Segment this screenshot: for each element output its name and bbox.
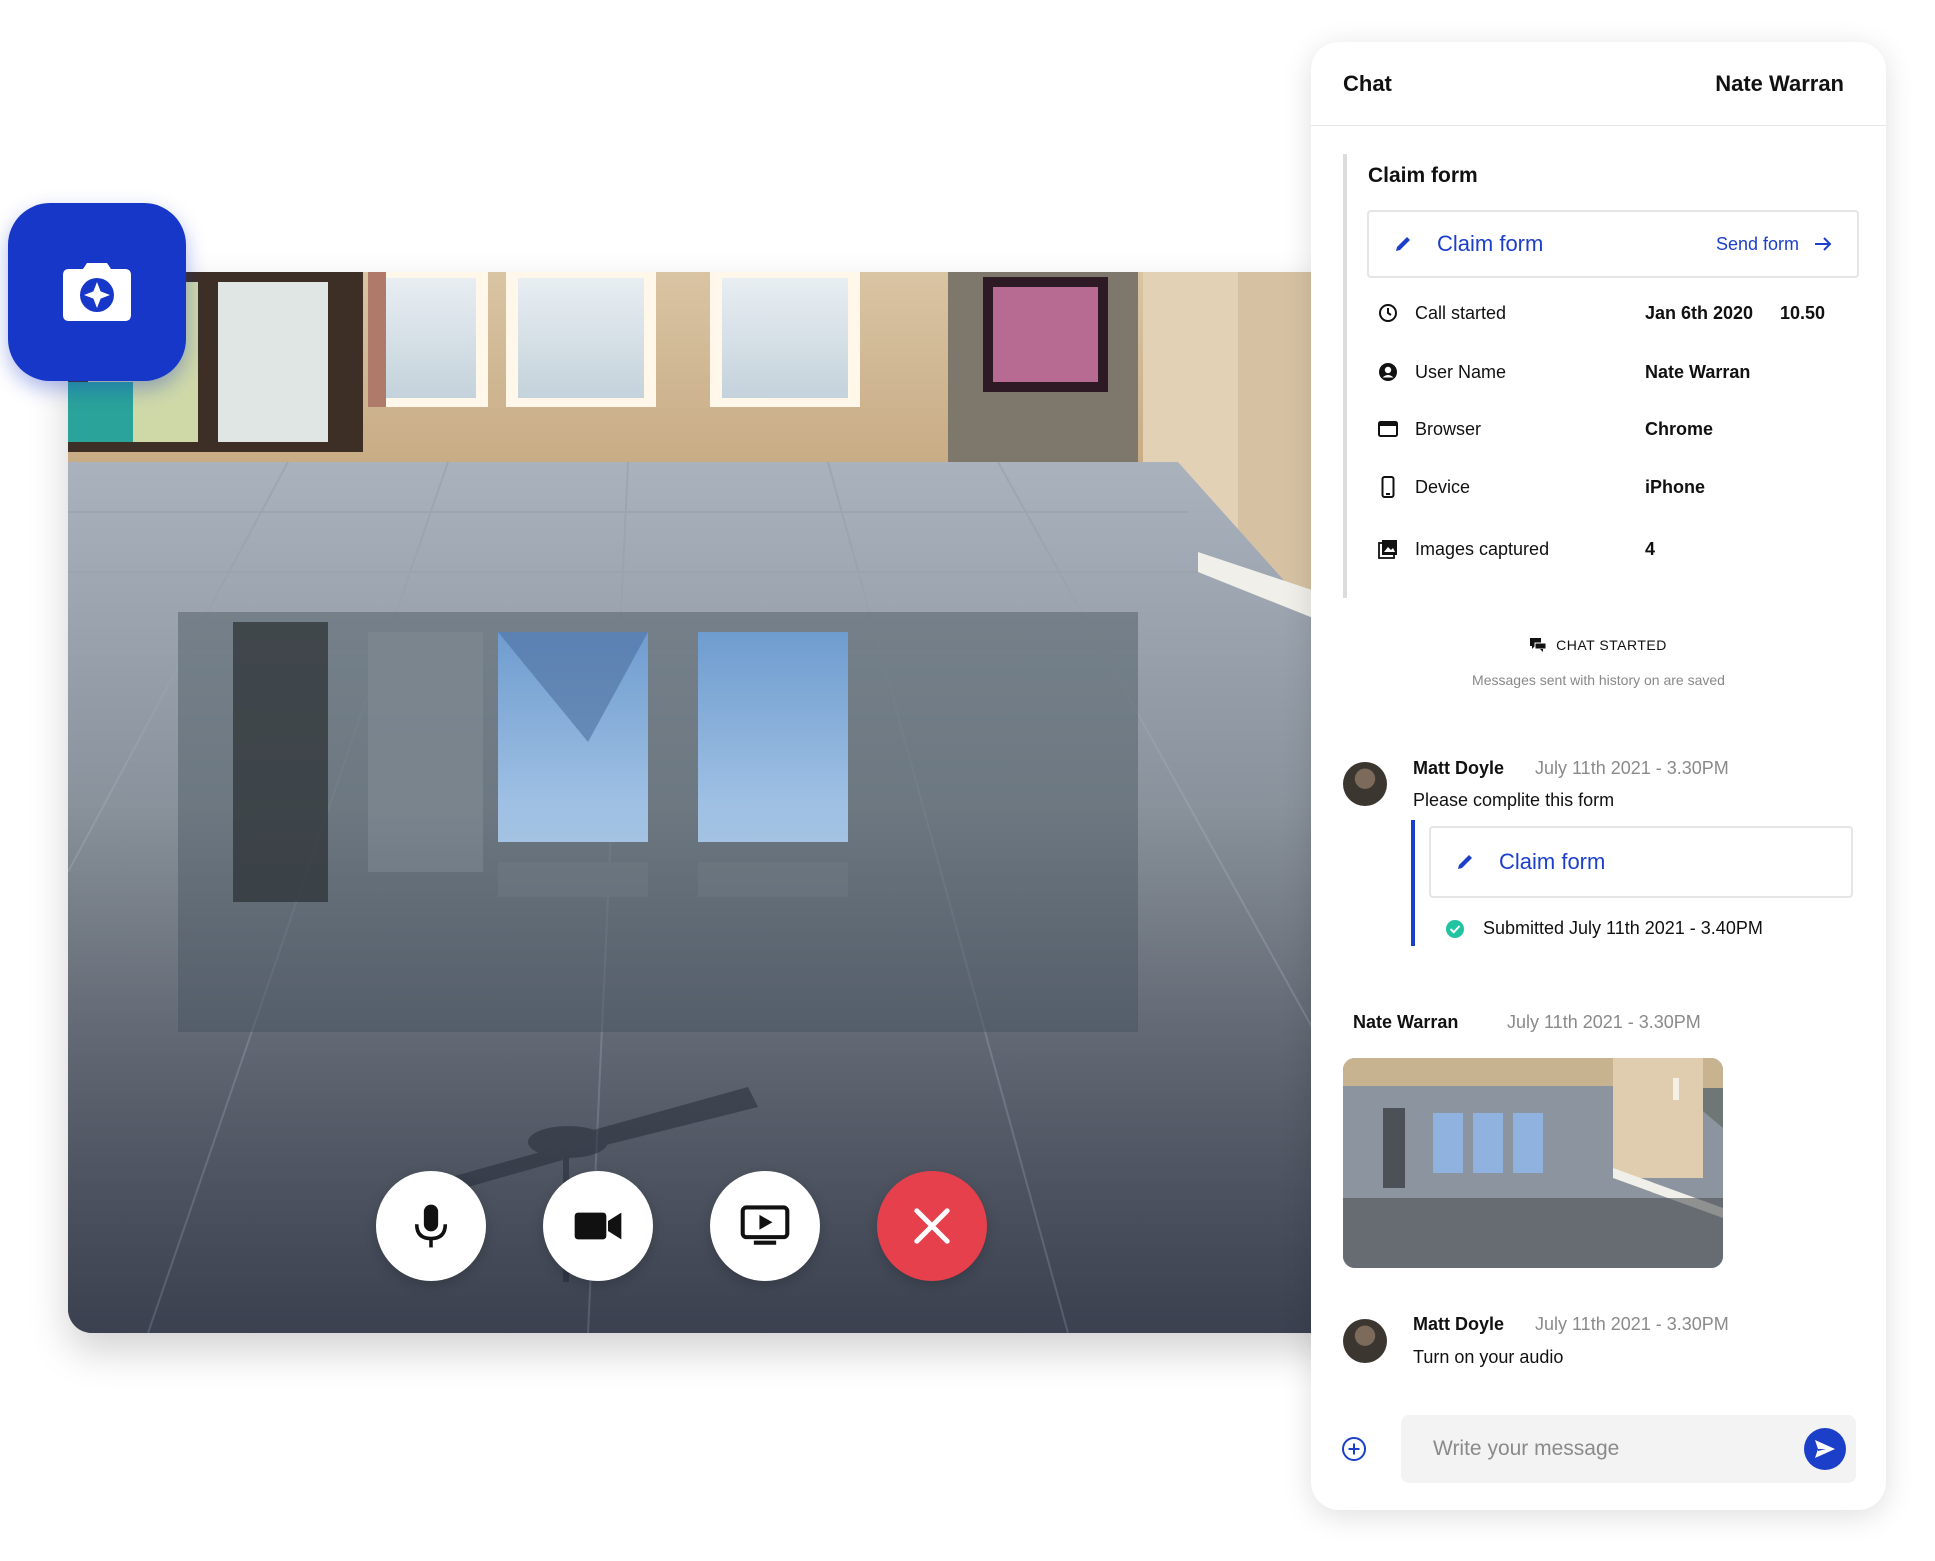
message-sender: Matt Doyle <box>1413 1314 1505 1334</box>
claim-form-label: Claim form <box>1437 231 1544 256</box>
info-value: Jan 6th 2020 <box>1645 302 1754 323</box>
claim-details: Claim form Claim form Send form Call sta… <box>1343 154 1859 598</box>
info-row-browser: Browser Chrome <box>1375 414 1713 444</box>
info-value: Nate Warran <box>1645 361 1751 382</box>
claim-form-card[interactable]: Claim form Send form <box>1367 210 1859 278</box>
images-icon <box>1378 540 1397 559</box>
plus-circle-icon <box>1342 1437 1366 1461</box>
check-circle-icon <box>1446 919 1464 938</box>
video-toggle-button[interactable] <box>543 1171 653 1281</box>
info-label: User Name <box>1415 361 1507 382</box>
message-field <box>1401 1415 1856 1483</box>
info-value-time: 10.50 <box>1780 302 1826 323</box>
info-label: Device <box>1415 476 1471 497</box>
mute-button[interactable] <box>376 1171 486 1281</box>
chat-panel: Chat Nate Warran Claim form Claim form S… <box>1311 42 1886 1510</box>
chat-title: Chat <box>1343 70 1392 96</box>
video-camera-icon <box>574 1212 622 1240</box>
message-text: Please complite this form <box>1413 790 1615 810</box>
avatar <box>1343 762 1387 806</box>
info-row-device: Device iPhone <box>1375 472 1705 502</box>
capture-photo-button[interactable] <box>8 203 186 381</box>
info-value: iPhone <box>1645 476 1706 497</box>
screen-share-icon <box>740 1205 790 1245</box>
claim-form-link: Claim form <box>1499 849 1606 874</box>
clock-icon <box>1379 304 1397 322</box>
chat-bubbles-icon <box>1530 638 1547 652</box>
user-icon <box>1379 363 1397 381</box>
submitted-status: Submitted July 11th 2021 - 3.40PM <box>1445 918 1763 939</box>
chat-history-note: Messages sent with history on are saved <box>1472 672 1725 688</box>
claim-heading: Claim form <box>1368 164 1478 187</box>
pencil-icon <box>1458 855 1472 869</box>
call-controls <box>68 1171 1348 1281</box>
message-input[interactable] <box>1431 1436 1804 1462</box>
camera-icon <box>63 263 131 321</box>
send-form-button[interactable]: Send form <box>1716 234 1799 255</box>
message-claim-form-card[interactable]: Claim form <box>1429 826 1853 898</box>
chat-header: Chat Nate Warran <box>1311 42 1886 126</box>
message-sender: Nate Warran <box>1353 1012 1459 1032</box>
chat-started-divider: CHAT STARTED <box>1311 637 1886 653</box>
close-icon <box>914 1208 950 1244</box>
form-thread-line <box>1411 820 1415 946</box>
send-message-button[interactable] <box>1804 1428 1846 1470</box>
send-icon <box>1815 1440 1835 1458</box>
info-label: Browser <box>1415 418 1482 439</box>
info-row-call-started: Call started Jan 6th 2020 10.50 <box>1375 298 1825 328</box>
end-call-button[interactable] <box>877 1171 987 1281</box>
screen-share-button[interactable] <box>710 1171 820 1281</box>
info-label: Call started <box>1415 302 1507 323</box>
add-attachment-button[interactable] <box>1333 1436 1375 1462</box>
microphone-icon <box>414 1204 448 1248</box>
info-value: Chrome <box>1645 418 1714 439</box>
avatar <box>1343 1319 1387 1363</box>
pencil-icon <box>1396 237 1410 251</box>
message-time: July 11th 2021 - 3.30PM <box>1507 1012 1701 1032</box>
arrow-right-icon <box>1815 237 1832 251</box>
captured-image-thumbnail[interactable] <box>1343 1058 1723 1268</box>
message-time: July 11th 2021 - 3.30PM <box>1535 1314 1729 1334</box>
message-composer <box>1333 1415 1856 1483</box>
info-row-user-name: User Name Nate Warran <box>1375 357 1750 387</box>
message-text: Turn on your audio <box>1413 1347 1564 1367</box>
message-time: July 11th 2021 - 3.30PM <box>1535 758 1729 778</box>
message-sender: Matt Doyle <box>1413 758 1505 778</box>
info-value: 4 <box>1645 538 1656 559</box>
info-row-images-captured: Images captured 4 <box>1375 534 1655 564</box>
phone-icon <box>1381 476 1395 498</box>
video-feed <box>68 272 1348 1333</box>
chat-started-label: CHAT STARTED <box>1556 637 1667 653</box>
info-label: Images captured <box>1415 538 1550 559</box>
submitted-text: Submitted July 11th 2021 - 3.40PM <box>1483 918 1763 938</box>
chat-user-name: Nate Warran <box>1715 70 1844 96</box>
browser-icon <box>1378 421 1398 437</box>
